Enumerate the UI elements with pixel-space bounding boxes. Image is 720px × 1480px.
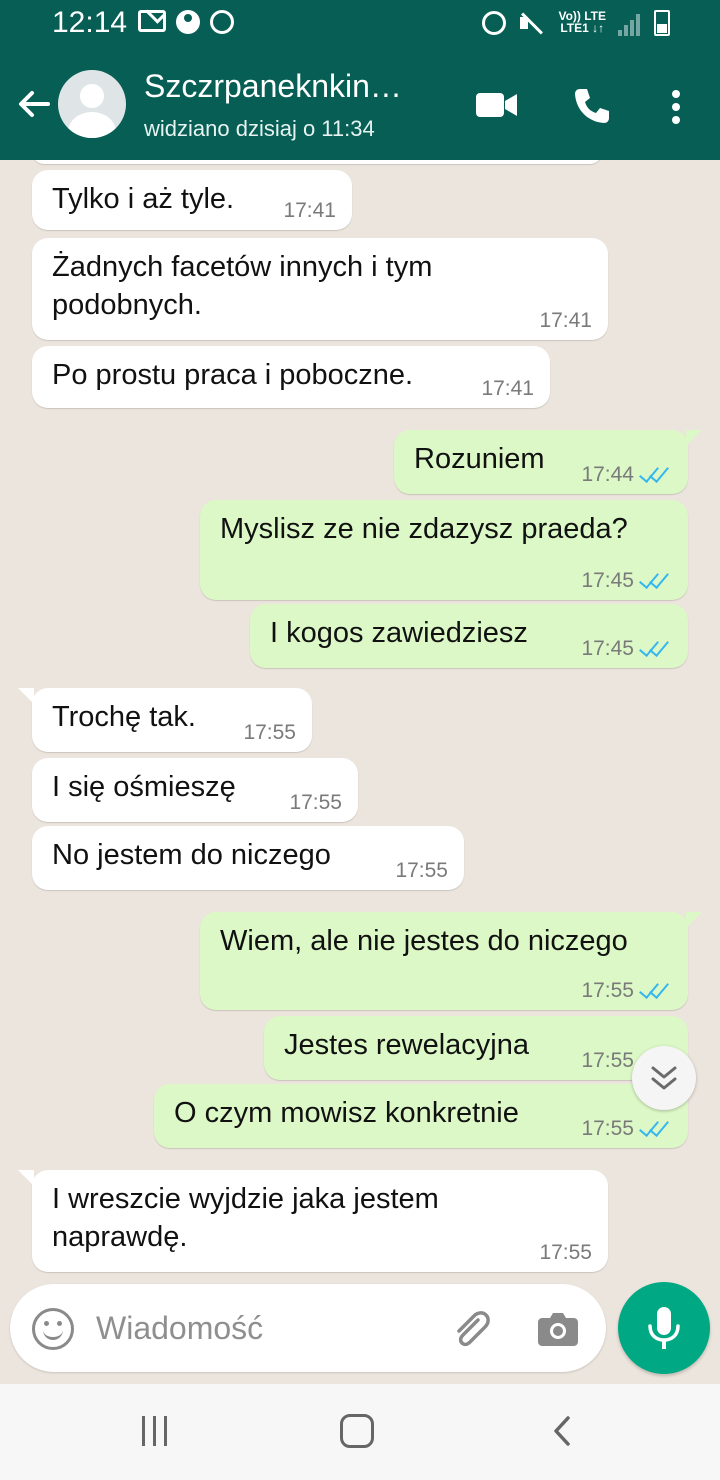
message-time: 17:55 bbox=[539, 1242, 592, 1264]
message-text: Trochę tak. bbox=[52, 701, 196, 733]
chat-area[interactable]: Tylko i aż tyle. 17:41 Żadnych facetów i… bbox=[0, 160, 720, 1280]
message-text: O czym mowisz konkretnie bbox=[174, 1097, 519, 1129]
message-time-text: 17:44 bbox=[581, 463, 634, 486]
message-time: 17:41 bbox=[283, 200, 336, 222]
status-time: 12:14 bbox=[52, 6, 128, 39]
attach-icon[interactable] bbox=[448, 1306, 492, 1350]
message-outgoing[interactable]: Rozuniem 17:44 bbox=[394, 430, 702, 494]
home-icon[interactable] bbox=[340, 1414, 374, 1448]
last-seen: widziano dzisiaj o 11:34 bbox=[144, 116, 375, 141]
message-time: 17:55 bbox=[581, 1118, 672, 1140]
message-text-line1: Żadnych facetów innych i tym bbox=[52, 251, 433, 283]
message-time: 17:45 bbox=[581, 570, 672, 592]
message-time-text: 17:45 bbox=[581, 637, 634, 660]
message-outgoing[interactable]: Myslisz ze nie zdazysz praeda? 17:45 bbox=[200, 500, 688, 600]
message-incoming[interactable]: I wreszcie wyjdzie jaka jestem naprawdę.… bbox=[18, 1170, 608, 1272]
message-text: Myslisz ze nie zdazysz praeda? bbox=[220, 513, 628, 545]
message-bubble-partial bbox=[32, 160, 602, 164]
read-ticks-icon bbox=[640, 464, 672, 486]
message-time-text: 17:45 bbox=[581, 569, 634, 592]
message-time-text: 17:41 bbox=[283, 199, 336, 222]
message-time: 17:44 bbox=[581, 464, 672, 486]
avatar-body-shape bbox=[68, 112, 116, 138]
microphone-icon bbox=[648, 1307, 680, 1349]
mute-icon bbox=[518, 10, 546, 36]
message-time-text: 17:55 bbox=[581, 1117, 634, 1140]
message-incoming[interactable]: I się ośmieszę 17:55 bbox=[32, 758, 358, 822]
message-text: Tylko i aż tyle. bbox=[52, 183, 235, 215]
message-text-line2: podobnych. bbox=[52, 289, 202, 321]
message-outgoing[interactable]: Jestes rewelacyjna 17:55 bbox=[264, 1016, 688, 1080]
message-text: I kogos zawiedziesz bbox=[270, 617, 528, 649]
message-text: Żadnych facetów innych i tym podobnych. bbox=[52, 248, 432, 324]
video-call-icon[interactable] bbox=[476, 91, 518, 119]
alarm-clock-icon bbox=[482, 11, 507, 35]
alarm-icon bbox=[210, 10, 234, 34]
message-text: Jestes rewelacyjna bbox=[284, 1029, 529, 1061]
emoji-icon[interactable] bbox=[32, 1308, 74, 1350]
read-ticks-icon bbox=[640, 1118, 672, 1140]
double-chevron-down-icon bbox=[651, 1066, 677, 1090]
message-time-text: 17:55 bbox=[539, 1241, 592, 1264]
message-time: 17:55 bbox=[289, 792, 342, 814]
signal-icon bbox=[618, 10, 642, 36]
message-composer bbox=[10, 1284, 606, 1372]
message-time-text: 17:55 bbox=[581, 979, 634, 1002]
avatar-head-shape bbox=[80, 84, 104, 108]
message-input[interactable] bbox=[96, 1306, 426, 1350]
message-time-text: 17:41 bbox=[481, 377, 534, 400]
message-text: Rozuniem bbox=[414, 443, 545, 475]
mail-icon bbox=[138, 10, 166, 32]
message-time-text: 17:55 bbox=[395, 859, 448, 882]
message-text-line1: I wreszcie wyjdzie jaka jestem bbox=[52, 1183, 439, 1215]
back-chevron-icon[interactable] bbox=[548, 1414, 578, 1448]
message-time: 17:55 bbox=[581, 980, 672, 1002]
message-incoming[interactable]: Trochę tak. 17:55 bbox=[18, 688, 312, 752]
message-incoming[interactable]: Po prostu praca i poboczne. 17:41 bbox=[32, 346, 550, 408]
message-time-text: 17:55 bbox=[581, 1049, 634, 1072]
message-text: Po prostu praca i poboczne. bbox=[52, 359, 414, 391]
camera-icon[interactable] bbox=[538, 1310, 578, 1346]
message-time-text: 17:41 bbox=[539, 309, 592, 332]
message-text: Wiem, ale nie jestes do niczego bbox=[220, 925, 628, 957]
read-ticks-icon bbox=[640, 570, 672, 592]
message-outgoing[interactable]: I kogos zawiedziesz 17:45 bbox=[250, 604, 688, 668]
read-ticks-icon bbox=[640, 980, 672, 1002]
message-time-text: 17:55 bbox=[243, 721, 296, 744]
message-outgoing[interactable]: O czym mowisz konkretnie 17:55 bbox=[154, 1084, 688, 1148]
message-text-line2: naprawdę. bbox=[52, 1221, 188, 1253]
battery-icon bbox=[654, 10, 670, 36]
back-arrow-icon[interactable] bbox=[14, 84, 54, 124]
system-navigation-bar bbox=[0, 1384, 720, 1480]
avatar[interactable] bbox=[58, 70, 126, 138]
message-time: 17:41 bbox=[481, 378, 534, 400]
message-incoming[interactable]: No jestem do niczego 17:55 bbox=[32, 826, 464, 890]
app-header: 12:14 Vo)) LTE LTE1 ↓↑ Szczrpaneknkin… w… bbox=[0, 0, 720, 160]
message-text: No jestem do niczego bbox=[52, 839, 331, 871]
message-time: 17:55 bbox=[395, 860, 448, 882]
message-time: 17:45 bbox=[581, 638, 672, 660]
message-text: I wreszcie wyjdzie jaka jestem naprawdę. bbox=[52, 1180, 439, 1256]
recent-apps-icon[interactable] bbox=[142, 1416, 172, 1446]
message-incoming[interactable]: Żadnych facetów innych i tym podobnych. … bbox=[32, 238, 608, 340]
status-system-icons: Vo)) LTE LTE1 ↓↑ bbox=[482, 10, 670, 36]
more-vert-icon[interactable] bbox=[666, 86, 686, 126]
lte-label-bottom: LTE1 ↓↑ bbox=[560, 21, 605, 35]
message-text: I się ośmieszę bbox=[52, 771, 236, 803]
lte-indicator: Vo)) LTE LTE1 ↓↑ bbox=[558, 10, 606, 36]
read-ticks-icon bbox=[640, 638, 672, 660]
phone-icon[interactable] bbox=[572, 86, 612, 126]
status-notification-icons bbox=[138, 10, 234, 34]
status-bar: 12:14 Vo)) LTE LTE1 ↓↑ bbox=[0, 0, 720, 48]
scroll-to-bottom-button[interactable] bbox=[632, 1046, 696, 1110]
contact-name[interactable]: Szczrpaneknkin… bbox=[144, 68, 444, 105]
message-time: 17:55 bbox=[243, 722, 296, 744]
voice-message-button[interactable] bbox=[618, 1282, 710, 1374]
message-incoming[interactable]: Tylko i aż tyle. 17:41 bbox=[32, 170, 352, 230]
account-icon bbox=[176, 10, 200, 34]
message-outgoing[interactable]: Wiem, ale nie jestes do niczego 17:55 bbox=[200, 912, 702, 1010]
message-time: 17:41 bbox=[539, 310, 592, 332]
message-time-text: 17:55 bbox=[289, 791, 342, 814]
